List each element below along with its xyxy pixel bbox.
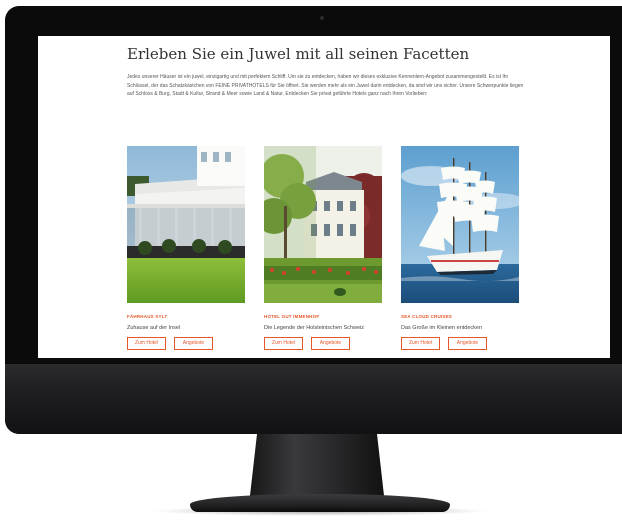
monitor-chin <box>5 364 622 434</box>
hotel-card-sea-cloud: SEA CLOUD CRUISES Das Große im Kleinen e… <box>401 146 519 356</box>
hotel-card-subtitle: Die Legende der Holsteinischen Schweiz <box>264 325 364 331</box>
hotel-card-subtitle: Zuhause auf der Insel <box>127 325 181 331</box>
hotel-card-title: HOTEL GUT IMMENHOF <box>264 314 320 319</box>
angebote-button[interactable]: Angebote <box>448 337 487 350</box>
hotel-photo-sea-cloud[interactable] <box>401 146 519 303</box>
hotel-card-title: FÄHRHAUS SYLT <box>127 314 168 319</box>
hotel-card-faehrhaus-sylt: FÄHRHAUS SYLT Zuhause auf der Insel Zum … <box>127 146 245 356</box>
hotel-card-subtitle: Das Große im Kleinen entdecken <box>401 325 483 331</box>
camera-icon <box>320 16 324 20</box>
zum-hotel-button[interactable]: Zum Hotel <box>127 337 166 350</box>
zum-hotel-button[interactable]: Zum Hotel <box>264 337 303 350</box>
hotel-photo-immenhof[interactable] <box>264 146 382 303</box>
website-screen: Erleben Sie ein Juwel mit all seinen Fac… <box>38 36 610 358</box>
hotel-card-title: SEA CLOUD CRUISES <box>401 314 452 319</box>
zum-hotel-button[interactable]: Zum Hotel <box>401 337 440 350</box>
angebote-button[interactable]: Angebote <box>174 337 213 350</box>
hotel-photo-faehrhaus[interactable] <box>127 146 245 303</box>
monitor-stand <box>249 434 385 500</box>
page-title: Erleben Sie ein Juwel mit all seinen Fac… <box>127 45 470 63</box>
hotel-card-gut-immenhof: HOTEL GUT IMMENHOF Die Legende der Holst… <box>264 146 382 356</box>
monitor-frame: Erleben Sie ein Juwel mit all seinen Fac… <box>5 6 622 434</box>
monitor-shadow <box>150 506 490 516</box>
angebote-button[interactable]: Angebote <box>311 337 350 350</box>
intro-paragraph: Jedes unserer Häuser ist ein juwel, einz… <box>127 74 524 97</box>
